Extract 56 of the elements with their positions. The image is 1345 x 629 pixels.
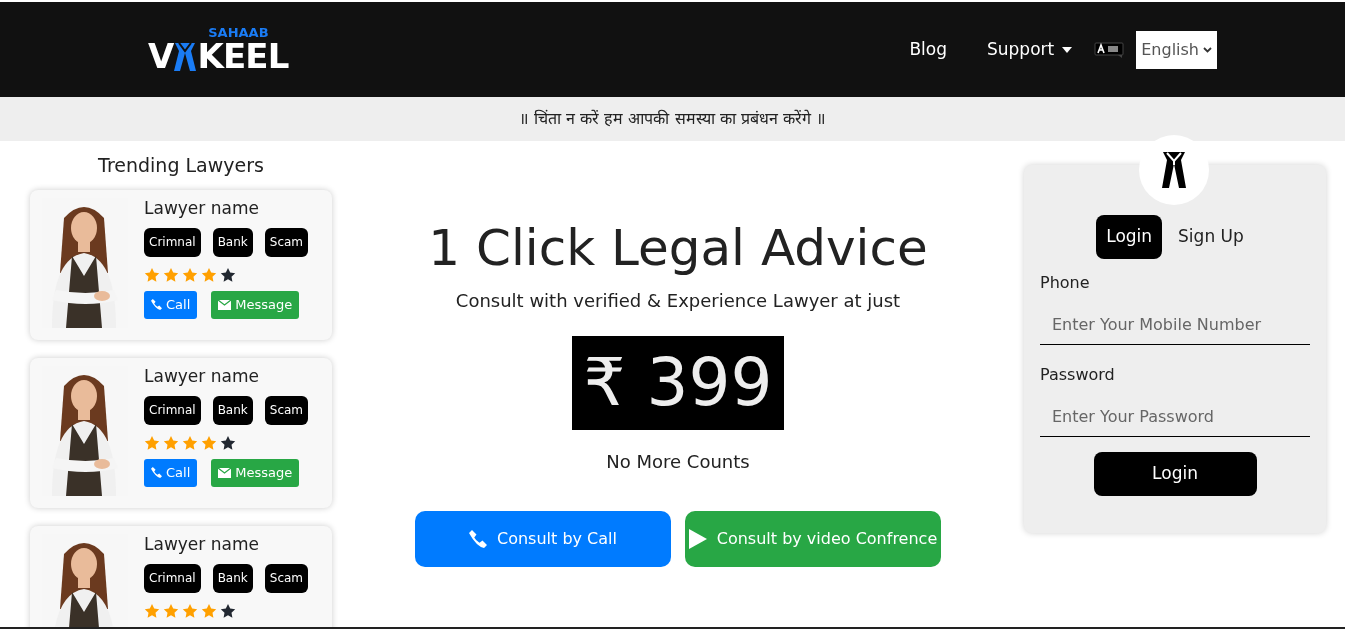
- logo[interactable]: SAHAAB V KEEL: [148, 26, 289, 73]
- tag-chip[interactable]: Bank: [212, 395, 253, 425]
- translate-icon[interactable]: [1094, 40, 1125, 59]
- field-label: Phone: [1040, 272, 1091, 294]
- note-text: No More Counts: [606, 450, 750, 474]
- star-icon: [201, 602, 217, 619]
- lawyer-name: Lawyer name: [144, 365, 260, 386]
- star-icon: [201, 434, 217, 451]
- phone-icon: [469, 530, 487, 548]
- auth-tab[interactable]: Login: [1096, 215, 1163, 259]
- star-icon: [182, 434, 198, 451]
- star-icon: [144, 434, 160, 451]
- envelope-icon: [218, 467, 232, 478]
- star-icon: [220, 266, 236, 283]
- nav-link[interactable]: Blog: [909, 36, 947, 63]
- star-icon: [182, 266, 198, 283]
- hero-title: 1 Click Legal Advice: [428, 223, 928, 273]
- star-icon: [163, 602, 179, 619]
- banner-text: ॥ चिंता न करें हम आपकी समस्या का प्रबंधन करेंगे ॥: [519, 108, 826, 130]
- language-select[interactable]: English: [1136, 30, 1217, 69]
- tag-chip[interactable]: Scam: [264, 227, 309, 257]
- call-button[interactable]: Call: [144, 458, 198, 487]
- auth-tab[interactable]: Sign Up: [1168, 215, 1254, 259]
- tag-chip[interactable]: Crimnal: [144, 395, 201, 425]
- nav-link[interactable]: Support: [987, 36, 1073, 63]
- text-field[interactable]: Enter Your Password: [1040, 397, 1310, 437]
- star-icon: [220, 602, 236, 619]
- lawyer-name: Lawyer name: [144, 197, 260, 218]
- star-icon: [182, 602, 198, 619]
- tag-chip[interactable]: Bank: [212, 227, 253, 257]
- tag-chip[interactable]: Scam: [264, 563, 309, 593]
- chevron-icon: [1203, 46, 1212, 53]
- star-icon: [144, 266, 160, 283]
- text-field[interactable]: Enter Your Mobile Number: [1040, 305, 1310, 345]
- field-label: Password: [1040, 364, 1116, 386]
- price-badge: ₹ 399: [571, 336, 785, 430]
- envelope-icon: [218, 299, 232, 310]
- star-icon: [144, 602, 160, 619]
- play-icon: [688, 529, 707, 549]
- tag-chip[interactable]: Scam: [264, 395, 309, 425]
- star-icon: [220, 434, 236, 451]
- hero-subtitle: Consult with verified & Experience Lawyer at just: [455, 289, 901, 313]
- call-button[interactable]: Call: [144, 290, 198, 319]
- call-consult-button[interactable]: Consult by Call: [415, 511, 671, 567]
- login-button[interactable]: Login: [1093, 452, 1257, 496]
- star-icon: [163, 434, 179, 451]
- star-icon: [163, 266, 179, 283]
- section-title: Trending Lawyers: [98, 153, 264, 178]
- tag-chip[interactable]: Bank: [212, 563, 253, 593]
- phone-icon: [151, 299, 162, 310]
- tag-chip[interactable]: Crimnal: [144, 563, 201, 593]
- tag-chip[interactable]: Crimnal: [144, 227, 201, 257]
- lawyer-name: Lawyer name: [144, 533, 260, 554]
- star-icon: [201, 266, 217, 283]
- caret-icon: [1062, 46, 1073, 53]
- phone-icon: [151, 467, 162, 478]
